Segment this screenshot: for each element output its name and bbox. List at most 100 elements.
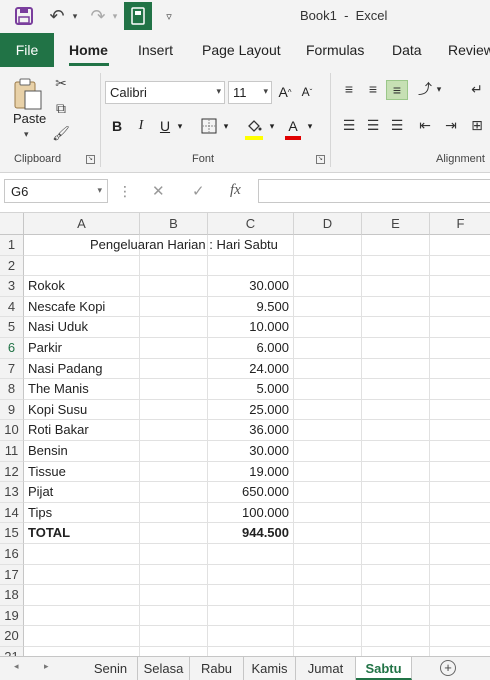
cell[interactable] (430, 420, 490, 441)
cell[interactable] (208, 255, 294, 277)
cell[interactable] (140, 626, 208, 647)
cell[interactable] (430, 482, 490, 503)
undo-icon[interactable]: ↶ (46, 4, 68, 28)
cell[interactable] (294, 441, 362, 462)
scroll-right-icon[interactable]: ▸ (44, 661, 49, 672)
sheet-tab-senin[interactable]: Senin (84, 657, 138, 680)
cell[interactable] (208, 605, 294, 627)
cell[interactable] (294, 564, 362, 586)
customize-quick-access-icon[interactable]: ▿ (162, 4, 176, 28)
row-header-6[interactable]: 6 (0, 338, 24, 359)
cell[interactable] (430, 503, 490, 524)
row-header-12[interactable]: 12 (0, 461, 24, 483)
row-header-21[interactable]: 21 (0, 647, 24, 656)
cell[interactable] (294, 461, 362, 483)
cell[interactable] (362, 317, 430, 338)
select-all-corner[interactable] (0, 213, 24, 235)
tab-review[interactable]: Review (448, 42, 490, 58)
cell[interactable] (362, 255, 430, 277)
formula-input[interactable] (258, 179, 490, 203)
cell[interactable] (140, 296, 208, 318)
cell[interactable] (430, 235, 490, 256)
format-painter-icon[interactable]: 🖌 (52, 125, 70, 142)
cell[interactable] (140, 399, 208, 421)
redo-icon[interactable]: ↷ (87, 4, 109, 28)
confirm-icon[interactable]: ✓ (192, 182, 205, 200)
cell[interactable] (430, 606, 490, 627)
cell[interactable] (24, 564, 140, 586)
sheet-tab-kamis[interactable]: Kamis (244, 657, 296, 680)
underline-button[interactable]: U (156, 115, 174, 137)
item-name-cell[interactable]: Rokok (24, 276, 140, 297)
cell[interactable] (430, 585, 490, 606)
cell[interactable] (362, 564, 430, 586)
cell[interactable] (430, 544, 490, 565)
cell[interactable] (430, 565, 490, 586)
cancel-icon[interactable]: ✕ (152, 182, 165, 200)
font-name-select[interactable]: Calibri ▾ (105, 81, 225, 104)
item-name-cell[interactable]: Kopi Susu (24, 400, 140, 421)
underline-dropdown-icon[interactable]: ▾ (174, 115, 186, 137)
cell[interactable] (430, 441, 490, 462)
item-amount-cell[interactable]: 19.000 (208, 462, 294, 483)
borders-dropdown-icon[interactable]: ▾ (220, 115, 232, 137)
item-amount-cell[interactable]: 36.000 (208, 420, 294, 441)
touch-mode-icon[interactable] (124, 2, 152, 30)
cut-icon[interactable]: ✂ (52, 75, 70, 92)
cell[interactable] (24, 544, 140, 565)
cell[interactable] (294, 544, 362, 565)
row-header-9[interactable]: 9 (0, 399, 24, 421)
align-top-icon[interactable]: ≡ (338, 79, 360, 99)
cell[interactable] (294, 358, 362, 380)
cell[interactable] (140, 564, 208, 586)
cell[interactable] (140, 420, 208, 441)
column-header-a[interactable]: A (24, 213, 140, 235)
cell[interactable] (294, 255, 362, 277)
more-options-icon[interactable]: ⋮ (118, 183, 132, 200)
cell[interactable] (430, 647, 490, 656)
item-name-cell[interactable]: Tissue (24, 462, 140, 483)
cell[interactable] (362, 358, 430, 380)
cell[interactable] (140, 317, 208, 338)
align-middle-icon[interactable]: ≡ (362, 79, 384, 99)
sheet-tab-rabu[interactable]: Rabu (190, 657, 244, 680)
cell[interactable] (362, 482, 430, 503)
paste-icon[interactable] (13, 77, 43, 111)
column-header-d[interactable]: D (294, 213, 362, 235)
cell[interactable] (362, 441, 430, 462)
row-header-5[interactable]: 5 (0, 317, 24, 338)
sheet-tab-selasa[interactable]: Selasa (138, 657, 190, 680)
item-amount-cell[interactable]: 24.000 (208, 359, 294, 380)
wrap-text-icon[interactable]: ↵ (466, 79, 488, 99)
item-amount-cell[interactable]: 5.000 (208, 379, 294, 400)
shrink-font-button[interactable]: Aˇ (298, 81, 316, 103)
row-header-20[interactable]: 20 (0, 626, 24, 647)
cell[interactable] (140, 585, 208, 606)
font-launcher-icon[interactable]: ↘ (316, 155, 325, 164)
orientation-dropdown-icon[interactable]: ▾ (434, 79, 444, 99)
scroll-left-icon[interactable]: ◂ (14, 661, 19, 672)
cell[interactable] (430, 523, 490, 544)
item-amount-cell[interactable]: 650.000 (208, 482, 294, 503)
column-header-c[interactable]: C (208, 213, 294, 235)
paste-button[interactable]: Paste (13, 111, 46, 126)
row-header-7[interactable]: 7 (0, 358, 24, 380)
align-center-icon[interactable]: ☰ (362, 115, 384, 135)
borders-icon[interactable] (198, 115, 220, 137)
cell[interactable] (430, 317, 490, 338)
column-header-e[interactable]: E (362, 213, 430, 235)
font-color-button[interactable]: A (284, 115, 302, 137)
item-amount-cell[interactable]: 6.000 (208, 338, 294, 359)
orientation-icon[interactable]: ⤴ (414, 79, 436, 99)
increase-indent-icon[interactable]: ⇥ (440, 115, 462, 135)
cell[interactable] (362, 585, 430, 606)
cell[interactable] (140, 647, 208, 656)
cell[interactable] (294, 235, 362, 256)
redo-dropdown-icon[interactable]: ▾ (110, 4, 120, 28)
row-header-15[interactable]: 15 (0, 523, 24, 544)
cell[interactable] (362, 235, 430, 256)
row-header-11[interactable]: 11 (0, 441, 24, 462)
name-box[interactable]: G6 ▾ (4, 179, 108, 203)
row-header-13[interactable]: 13 (0, 482, 24, 503)
row-header-17[interactable]: 17 (0, 564, 24, 586)
